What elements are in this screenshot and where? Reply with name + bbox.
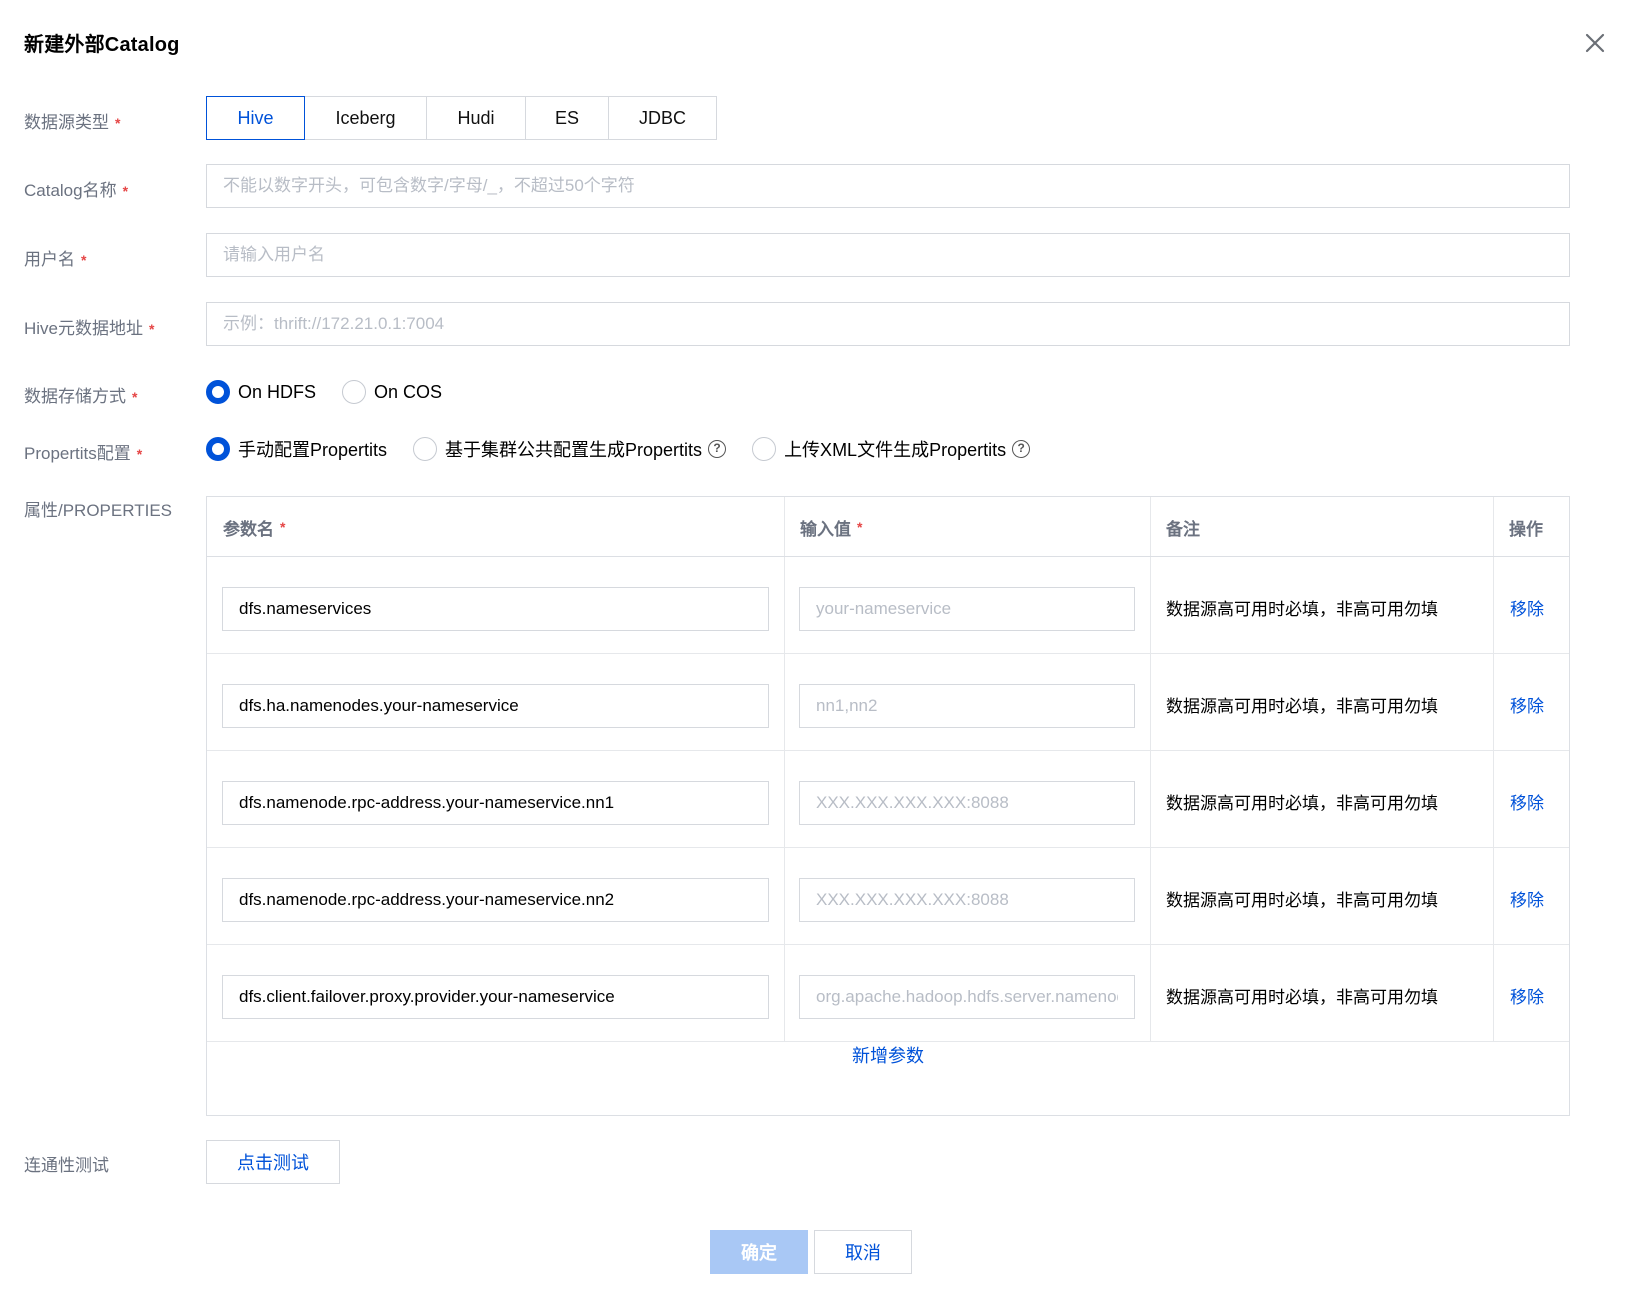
remove-link[interactable]: 移除 — [1510, 789, 1544, 814]
th-action: 操作 — [1509, 519, 1543, 539]
radio-manual-propertits[interactable]: 手动配置Propertits — [206, 436, 387, 462]
propertits-radio-group: 手动配置Propertits 基于集群公共配置生成Propertits? 上传X… — [206, 435, 1056, 463]
required-mark: * — [149, 321, 155, 337]
remove-link[interactable]: 移除 — [1510, 886, 1544, 911]
param-name-input[interactable] — [222, 684, 769, 728]
table-row: 数据源高可用时必填，非高可用勿填 移除 — [207, 848, 1569, 945]
add-param-link[interactable]: 新增参数 — [207, 1042, 1569, 1068]
table-row: 数据源高可用时必填，非高可用勿填 移除 — [207, 557, 1569, 654]
required-mark: * — [115, 115, 121, 131]
param-remark: 数据源高可用时必填，非高可用勿填 — [1166, 697, 1438, 716]
seg-iceberg[interactable]: Iceberg — [305, 97, 427, 139]
param-remark: 数据源高可用时必填，非高可用勿填 — [1166, 600, 1438, 619]
catalog-name-label: Catalog名称 * — [24, 181, 129, 200]
radio-dot — [413, 437, 438, 461]
table-row: 数据源高可用时必填，非高可用勿填 移除 — [207, 751, 1569, 848]
help-icon[interactable]: ? — [1012, 440, 1031, 458]
seg-hive[interactable]: Hive — [206, 96, 305, 140]
param-value-input[interactable] — [799, 684, 1135, 728]
required-mark: * — [857, 519, 863, 535]
required-mark: * — [136, 446, 143, 462]
table-row: 数据源高可用时必填，非高可用勿填 移除 — [207, 654, 1569, 751]
required-mark: * — [280, 519, 286, 535]
param-value-input[interactable] — [799, 587, 1135, 631]
cancel-button[interactable]: 取消 — [814, 1230, 912, 1274]
radio-dot — [206, 437, 230, 461]
param-value-input[interactable] — [799, 781, 1135, 825]
storage-label: 数据存储方式 * — [24, 387, 138, 406]
seg-hudi[interactable]: Hudi — [427, 97, 526, 139]
remove-link[interactable]: 移除 — [1510, 595, 1544, 620]
param-value-input[interactable] — [799, 975, 1135, 1019]
datasource-type-segmented: Hive Iceberg Hudi ES JDBC — [206, 96, 717, 140]
close-icon[interactable] — [1582, 30, 1610, 58]
param-name-input[interactable] — [222, 781, 769, 825]
confirm-button[interactable]: 确定 — [710, 1230, 808, 1274]
username-label: 用户名 * — [24, 250, 87, 269]
hive-meta-label: Hive元数据地址 * — [24, 319, 155, 338]
param-remark: 数据源高可用时必填，非高可用勿填 — [1166, 794, 1438, 813]
radio-on-hdfs[interactable]: On HDFS — [206, 380, 316, 404]
properties-label: 属性/PROPERTIES — [24, 501, 172, 520]
connectivity-label: 连通性测试 — [24, 1156, 109, 1175]
remove-link[interactable]: 移除 — [1510, 692, 1544, 717]
radio-on-cos[interactable]: On COS — [342, 380, 442, 404]
seg-jdbc[interactable]: JDBC — [609, 97, 716, 139]
table-header: 参数名 * 输入值 * 备注 操作 — [207, 497, 1569, 557]
radio-dot — [206, 380, 230, 404]
required-mark: * — [132, 389, 138, 405]
th-remark: 备注 — [1166, 519, 1200, 539]
param-name-input[interactable] — [222, 878, 769, 922]
param-remark: 数据源高可用时必填，非高可用勿填 — [1166, 988, 1438, 1007]
param-value-input[interactable] — [799, 878, 1135, 922]
propertits-label: Propertits配置 * — [24, 444, 143, 463]
th-param-name: 参数名 * — [223, 519, 286, 539]
remove-link[interactable]: 移除 — [1510, 983, 1544, 1008]
create-catalog-dialog: 新建外部Catalog 数据源类型 * Hive Iceberg Hudi ES … — [0, 0, 1626, 1294]
radio-dot — [752, 437, 777, 461]
param-name-input[interactable] — [222, 975, 769, 1019]
required-mark: * — [81, 252, 87, 268]
seg-es[interactable]: ES — [526, 97, 609, 139]
datasource-type-label: 数据源类型 * — [24, 113, 121, 132]
test-connection-button[interactable]: 点击测试 — [206, 1140, 340, 1184]
table-row: 数据源高可用时必填，非高可用勿填 移除 — [207, 945, 1569, 1042]
th-value: 输入值 * — [800, 519, 863, 539]
dialog-title: 新建外部Catalog — [24, 34, 180, 56]
radio-dot — [342, 380, 367, 404]
param-name-input[interactable] — [222, 587, 769, 631]
required-mark: * — [122, 183, 129, 199]
username-input[interactable] — [206, 233, 1570, 277]
catalog-name-input[interactable] — [206, 164, 1570, 208]
properties-table: 参数名* 输入值* 备注 操作 数据源高可用时必填，非高可用勿填 移除 数据源高… — [206, 496, 1570, 1116]
radio-cluster-propertits[interactable]: 基于集群公共配置生成Propertits? — [413, 436, 727, 462]
help-icon[interactable]: ? — [708, 440, 727, 458]
param-remark: 数据源高可用时必填，非高可用勿填 — [1166, 891, 1438, 910]
storage-radio-group: On HDFS On COS — [206, 378, 468, 406]
radio-xml-propertits[interactable]: 上传XML文件生成Propertits? — [752, 436, 1031, 462]
hive-meta-input[interactable] — [206, 302, 1570, 346]
